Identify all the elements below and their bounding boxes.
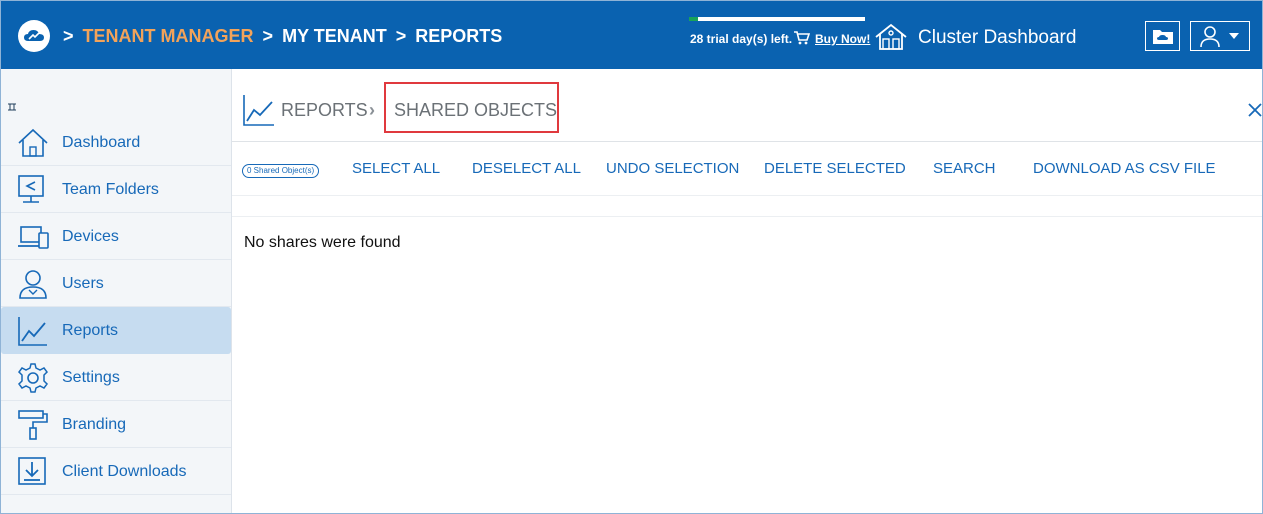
collapse-sidebar-icon[interactable] [7, 102, 17, 112]
sidebar-item-label: Branding [62, 416, 127, 433]
team-folders-icon [18, 175, 44, 203]
sidebar-item-users[interactable]: Users [1, 260, 231, 307]
user-menu-icon [1200, 26, 1220, 48]
user-menu-button[interactable] [1190, 21, 1250, 51]
sidebar-item-devices[interactable]: Devices [1, 213, 231, 260]
cloud-folder-icon [1152, 30, 1173, 44]
sidebar-item-label: Dashboard [62, 134, 141, 151]
sidebar-item-reports[interactable]: Reports [1, 307, 231, 354]
home-icon [18, 128, 48, 157]
breadcrumb-separator: > [262, 26, 274, 46]
divider [232, 195, 1262, 196]
sidebar-item-settings[interactable]: Settings [1, 354, 231, 401]
delete-selected-button[interactable]: DELETE SELECTED [764, 160, 906, 177]
sidebar-nav: Dashboard Team Folders Devices Users Rep… [1, 119, 231, 495]
select-all-button[interactable]: SELECT ALL [352, 160, 440, 177]
search-button[interactable]: SEARCH [933, 160, 996, 177]
trial-days-text: 28 trial day(s) left. [690, 32, 793, 46]
sidebar-item-branding[interactable]: Branding [1, 401, 231, 448]
main-content: REPORTS › SHARED OBJECTS 0 Shared Object… [232, 69, 1263, 513]
undo-selection-button[interactable]: UNDO SELECTION [606, 160, 739, 177]
cluster-home-icon[interactable] [874, 23, 908, 51]
users-icon [19, 270, 47, 299]
breadcrumb-reports: REPORTS [415, 26, 503, 46]
deselect-all-button[interactable]: DESELECT ALL [472, 160, 581, 177]
trial-progress-fill [689, 17, 698, 21]
breadcrumb-tenant-manager[interactable]: TENANT MANAGER [83, 26, 254, 46]
highlight-box [384, 82, 559, 133]
sidebar: Dashboard Team Folders Devices Users Rep… [1, 69, 232, 513]
chevron-right-icon: › [369, 100, 375, 120]
cart-icon[interactable] [794, 31, 810, 45]
client-downloads-icon [18, 457, 46, 485]
chevron-down-icon [1229, 33, 1239, 39]
buy-now-link[interactable]: Buy Now! [815, 32, 870, 46]
cloud-folder-button[interactable] [1145, 21, 1180, 51]
sidebar-item-team-folders[interactable]: Team Folders [1, 166, 231, 213]
devices-icon [18, 226, 49, 249]
app-window: > TENANT MANAGER > MY TENANT > REPORTS 2… [0, 0, 1263, 514]
breadcrumb-my-tenant[interactable]: MY TENANT [282, 26, 387, 46]
empty-state-message: No shares were found [244, 234, 401, 251]
breadcrumb-separator: > [63, 26, 74, 46]
breadcrumb: > TENANT MANAGER > MY TENANT > REPORTS [63, 26, 506, 47]
sidebar-item-label: Users [62, 275, 104, 292]
sidebar-item-label: Reports [62, 322, 119, 339]
sidebar-item-label: Team Folders [62, 181, 159, 198]
page-breadcrumb-reports[interactable]: REPORTS [281, 100, 368, 121]
cluster-dashboard-link[interactable]: Cluster Dashboard [918, 27, 1076, 49]
reports-icon [243, 95, 274, 126]
reports-icon [18, 317, 47, 346]
breadcrumb-separator: > [395, 26, 407, 46]
sidebar-item-label: Client Downloads [62, 463, 187, 480]
top-bar: > TENANT MANAGER > MY TENANT > REPORTS 2… [1, 1, 1262, 69]
sidebar-item-label: Devices [62, 228, 119, 245]
cloud-logo-icon[interactable] [18, 20, 50, 52]
divider [232, 216, 1262, 217]
close-icon[interactable] [1247, 102, 1263, 118]
sidebar-item-client-downloads[interactable]: Client Downloads [1, 448, 231, 495]
settings-icon [18, 363, 48, 393]
download-csv-button[interactable]: DOWNLOAD AS CSV FILE [1033, 160, 1216, 177]
sidebar-item-dashboard[interactable]: Dashboard [1, 119, 231, 166]
shares-toolbar: 0 Shared Object(s) SELECT ALL DESELECT A… [232, 142, 1262, 195]
trial-progress-bar [689, 17, 865, 21]
shared-count-badge: 0 Shared Object(s) [242, 164, 320, 178]
branding-icon [18, 410, 48, 440]
sidebar-item-label: Settings [62, 369, 120, 386]
